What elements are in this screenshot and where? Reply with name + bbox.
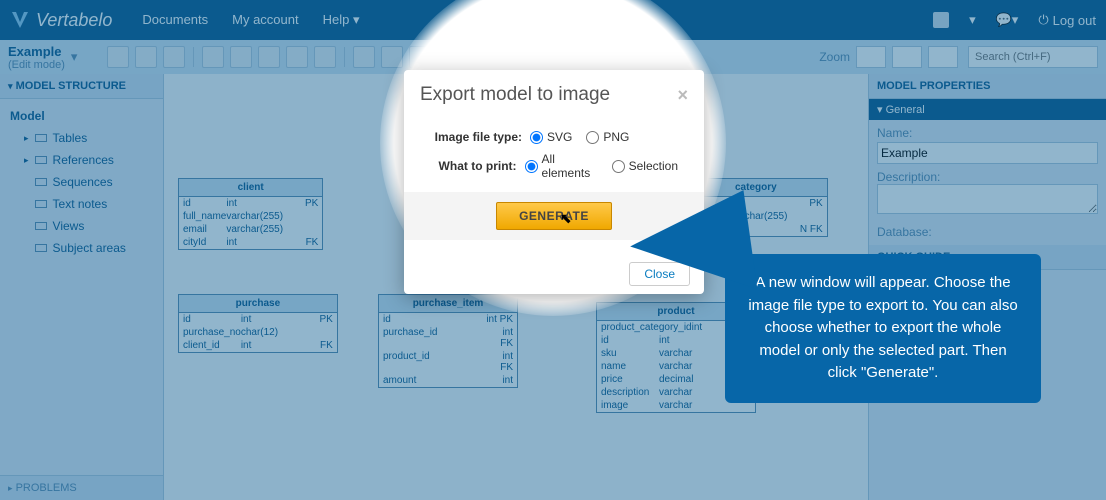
search-input[interactable] (968, 46, 1098, 68)
nav-documents[interactable]: Documents (142, 12, 208, 28)
tree-root[interactable]: Model (4, 105, 159, 127)
view-icon (35, 222, 47, 230)
doc-dropdown-icon[interactable]: ▾ (71, 49, 78, 65)
zoom-btn-2[interactable] (892, 46, 922, 68)
toolbar-button[interactable] (163, 46, 185, 68)
nav-help[interactable]: Help ▾ (323, 12, 360, 28)
general-section[interactable]: ▾ General (869, 99, 1106, 120)
generate-button[interactable]: GENERATE (496, 202, 612, 230)
problems-panel[interactable]: ▸ PROBLEMS (0, 475, 163, 500)
database-label: Database: (877, 225, 1098, 239)
chat-icon[interactable]: 💬▾ (996, 12, 1019, 28)
toolbar-button[interactable] (135, 46, 157, 68)
reference-icon (35, 156, 47, 164)
toolbar-button[interactable] (230, 46, 252, 68)
sequence-icon (35, 178, 47, 186)
table-purchase[interactable]: purchase idintPKpurchase_nochar(12)clien… (178, 294, 338, 353)
modal-title: Export model to image (420, 84, 610, 106)
description-label: Description: (877, 170, 1098, 184)
tree-views[interactable]: ▸Views (4, 215, 159, 237)
toolbar-button[interactable] (314, 46, 336, 68)
tree-text-notes[interactable]: ▸Text notes (4, 193, 159, 215)
tree-sequences[interactable]: ▸Sequences (4, 171, 159, 193)
radio-all-elements[interactable] (525, 160, 538, 173)
name-label: Name: (877, 126, 1098, 140)
toolbar-button[interactable] (258, 46, 280, 68)
table-purchase-item[interactable]: purchase_item idint PKpurchase_idint FKp… (378, 294, 518, 388)
logout-button[interactable]: ⏻Log out (1038, 12, 1096, 28)
zoom-btn-1[interactable] (856, 46, 886, 68)
tree-tables[interactable]: ▸Tables (4, 127, 159, 149)
model-properties-header: MODEL PROPERTIES (869, 74, 1106, 99)
radio-selection[interactable] (612, 160, 625, 173)
tree-references[interactable]: ▸References (4, 149, 159, 171)
area-icon (35, 244, 47, 252)
sidebar-left: ▾ MODEL STRUCTURE Model ▸Tables ▸Referen… (0, 74, 164, 500)
model-structure-header: ▾ MODEL STRUCTURE (0, 74, 163, 99)
toolbar-button[interactable] (107, 46, 129, 68)
avatar-icon[interactable] (933, 12, 949, 28)
user-dropdown[interactable]: ▾ (969, 12, 976, 28)
nav-my-account[interactable]: My account (232, 12, 298, 28)
tree-subject-areas[interactable]: ▸Subject areas (4, 237, 159, 259)
close-icon[interactable]: × (677, 85, 688, 106)
what-to-print-label: What to print: (420, 159, 525, 173)
table-client[interactable]: client idintPKfull_namevarchar(255)email… (178, 178, 323, 250)
tutorial-callout: A new window will appear. Choose the ima… (725, 254, 1041, 403)
description-input[interactable] (877, 184, 1098, 214)
cursor-icon: ⬉ (560, 210, 572, 227)
note-icon (35, 200, 47, 208)
toolbar-button[interactable] (353, 46, 375, 68)
zoom-btn-3[interactable] (928, 46, 958, 68)
file-type-label: Image file type: (420, 130, 530, 144)
zoom-label: Zoom (819, 50, 850, 64)
radio-png[interactable] (586, 131, 599, 144)
document-mode: (Edit mode) (8, 59, 65, 71)
logo: Vertabelo (10, 10, 112, 31)
power-icon: ⏻ (1038, 12, 1048, 28)
toolbar-button[interactable] (286, 46, 308, 68)
table-icon (35, 134, 47, 142)
radio-svg[interactable] (530, 131, 543, 144)
name-input[interactable] (877, 142, 1098, 164)
document-name: Example (8, 44, 65, 59)
toolbar-button[interactable] (202, 46, 224, 68)
